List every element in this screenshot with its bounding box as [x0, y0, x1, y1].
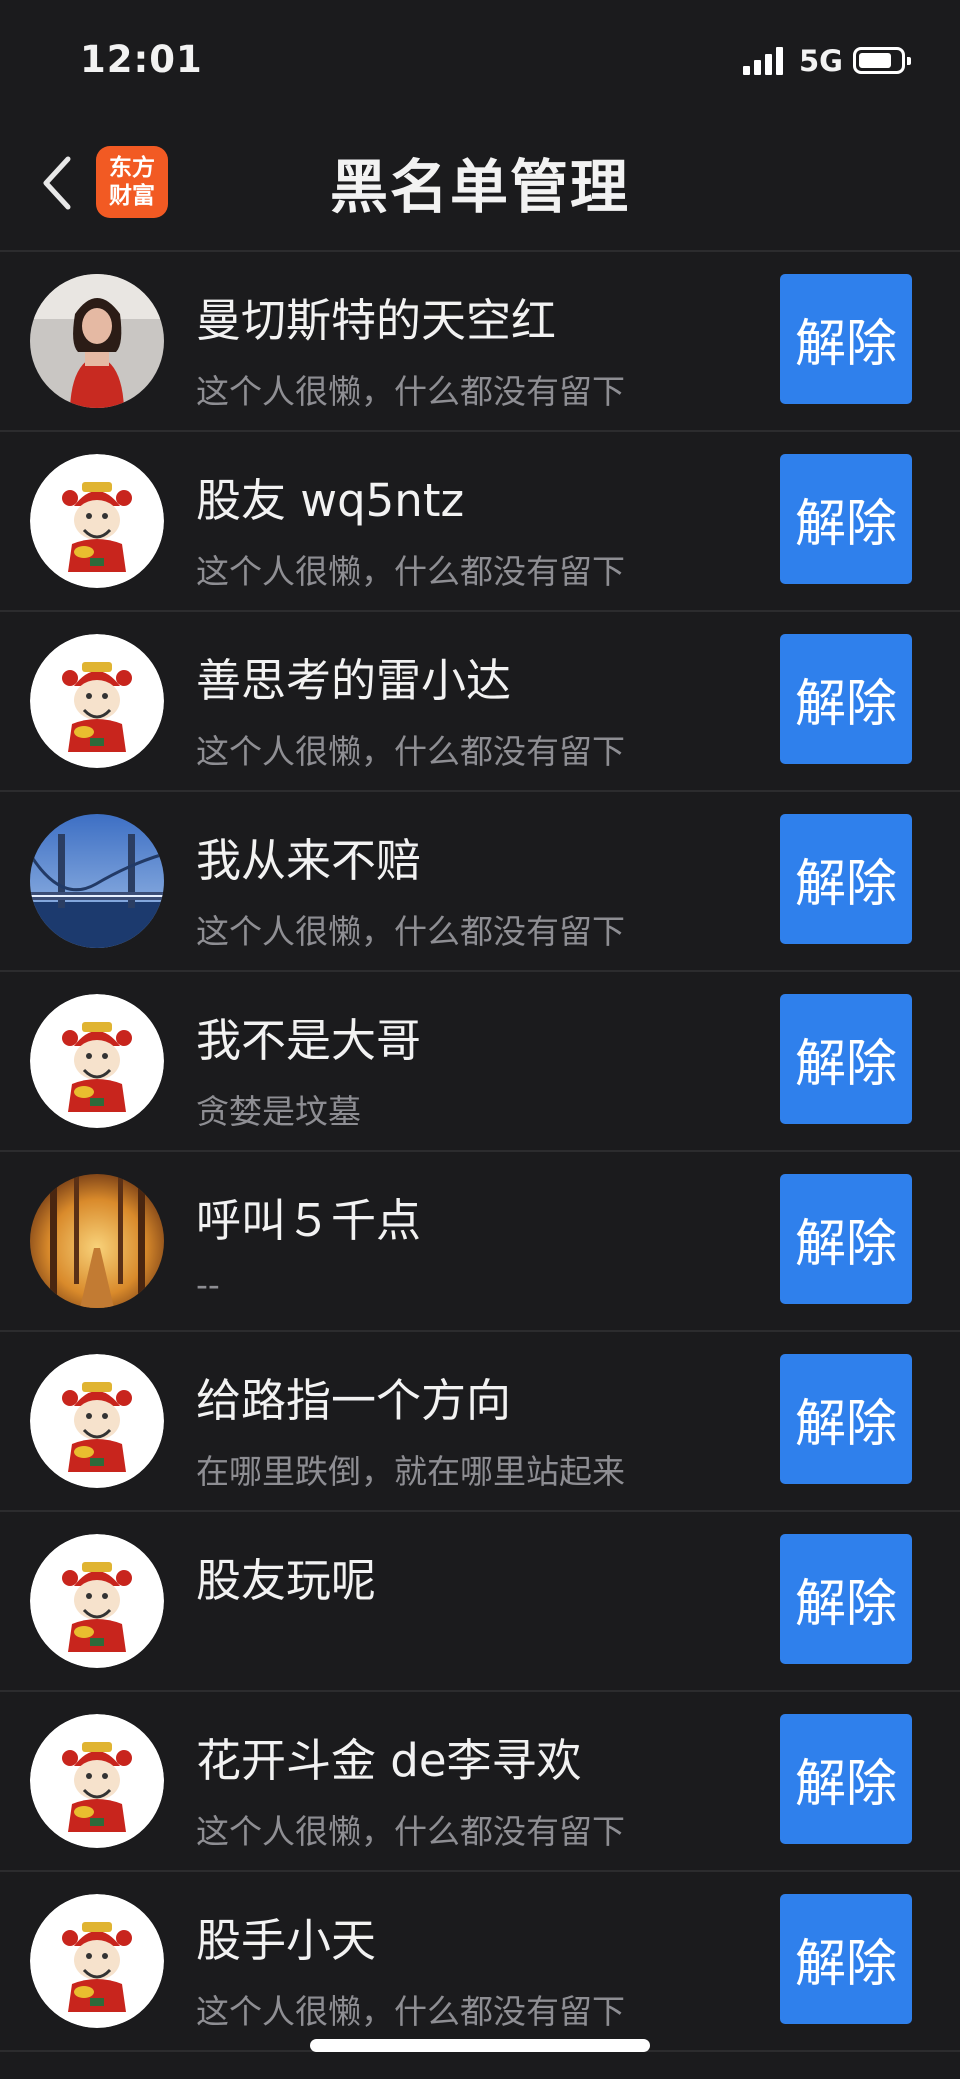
avatar[interactable] — [30, 1894, 164, 2028]
unblock-button[interactable]: 解除 — [780, 814, 912, 944]
user-signature: 这个人很懒，什么都没有留下 — [196, 1812, 625, 1851]
unblock-button[interactable]: 解除 — [780, 454, 912, 584]
list-item[interactable]: 花开斗金 de李寻欢这个人很懒，什么都没有留下 解除 — [0, 1692, 960, 1872]
user-name: 股手小天 — [196, 1914, 377, 1967]
page-title: 黑名单管理 — [329, 153, 630, 221]
unblock-button[interactable]: 解除 — [780, 1534, 912, 1664]
user-signature: -- — [196, 1265, 220, 1304]
user-name: 花开斗金 de李寻欢 — [196, 1734, 582, 1787]
unblock-button[interactable]: 解除 — [780, 634, 912, 764]
unblock-button[interactable]: 解除 — [780, 1714, 912, 1844]
list-item[interactable]: 曼切斯特的天空红这个人很懒，什么都没有留下 解除 — [0, 252, 960, 432]
user-name: 善思考的雷小达 — [196, 654, 512, 707]
user-name: 我从来不赔 — [196, 834, 422, 887]
user-name: 给路指一个方向 — [196, 1374, 512, 1427]
avatar[interactable] — [30, 274, 164, 408]
list-item[interactable]: 给路指一个方向在哪里跌倒，就在哪里站起来 解除 — [0, 1332, 960, 1512]
user-signature: 这个人很懒，什么都没有留下 — [196, 1992, 625, 2031]
list-item[interactable]: 股友玩呢 解除 — [0, 1512, 960, 1692]
user-signature: 在哪里跌倒，就在哪里站起来 — [196, 1452, 625, 1491]
status-time: 12:01 — [80, 38, 203, 81]
list-item[interactable]: 呼叫５千点 -- 解除 — [0, 1152, 960, 1332]
avatar[interactable] — [30, 814, 164, 948]
user-signature: 这个人很懒，什么都没有留下 — [196, 372, 625, 411]
unblock-button[interactable]: 解除 — [780, 1894, 912, 2024]
unblock-button[interactable]: 解除 — [780, 1354, 912, 1484]
avatar[interactable] — [30, 1714, 164, 1848]
home-indicator[interactable] — [310, 2039, 650, 2052]
avatar[interactable] — [30, 1354, 164, 1488]
avatar[interactable] — [30, 454, 164, 588]
status-bar: 12:01 5G — [0, 0, 960, 110]
avatar[interactable] — [30, 1174, 164, 1308]
unblock-button[interactable]: 解除 — [780, 994, 912, 1124]
user-signature: 这个人很懒，什么都没有留下 — [196, 552, 625, 591]
user-name: 股友玩呢 — [196, 1554, 377, 1607]
list-item[interactable]: 股手小天这个人很懒，什么都没有留下 解除 — [0, 1872, 960, 2052]
list-item[interactable]: 股友 wq5ntz 这个人很懒，什么都没有留下 解除 — [0, 432, 960, 612]
avatar[interactable] — [30, 994, 164, 1128]
list-item[interactable]: 我从来不赔这个人很懒，什么都没有留下 解除 — [0, 792, 960, 972]
nav-bar: 东方 财富 黑名单管理 — [0, 110, 960, 252]
avatar[interactable] — [30, 1534, 164, 1668]
blacklist: 曼切斯特的天空红 这个人很懒，什么都没有留下 解除 股友 wq5ntz 这个人很懒，什么… — [0, 252, 960, 2052]
user-signature: 这个人很懒，什么都没有留下 — [196, 912, 625, 951]
user-name: 呼叫５千点 — [196, 1194, 422, 1247]
avatar[interactable] — [30, 634, 164, 768]
unblock-button[interactable]: 解除 — [780, 1174, 912, 1304]
user-name: 股友 wq5ntz — [196, 474, 465, 527]
user-name: 我不是大哥 — [196, 1014, 422, 1067]
list-item[interactable]: 善思考的雷小达这个人很懒，什么都没有留下 解除 — [0, 612, 960, 792]
user-signature: 这个人很懒，什么都没有留下 — [196, 732, 625, 771]
network-type: 5G — [799, 44, 843, 78]
list-item[interactable]: 我不是大哥贪婪是坟墓 解除 — [0, 972, 960, 1152]
unblock-button[interactable]: 解除 — [780, 274, 912, 404]
user-name: 曼切斯特的天空红 — [196, 294, 557, 347]
battery-icon — [853, 47, 911, 74]
user-signature: 贪婪是坟墓 — [196, 1092, 361, 1131]
signal-icon — [743, 47, 785, 75]
